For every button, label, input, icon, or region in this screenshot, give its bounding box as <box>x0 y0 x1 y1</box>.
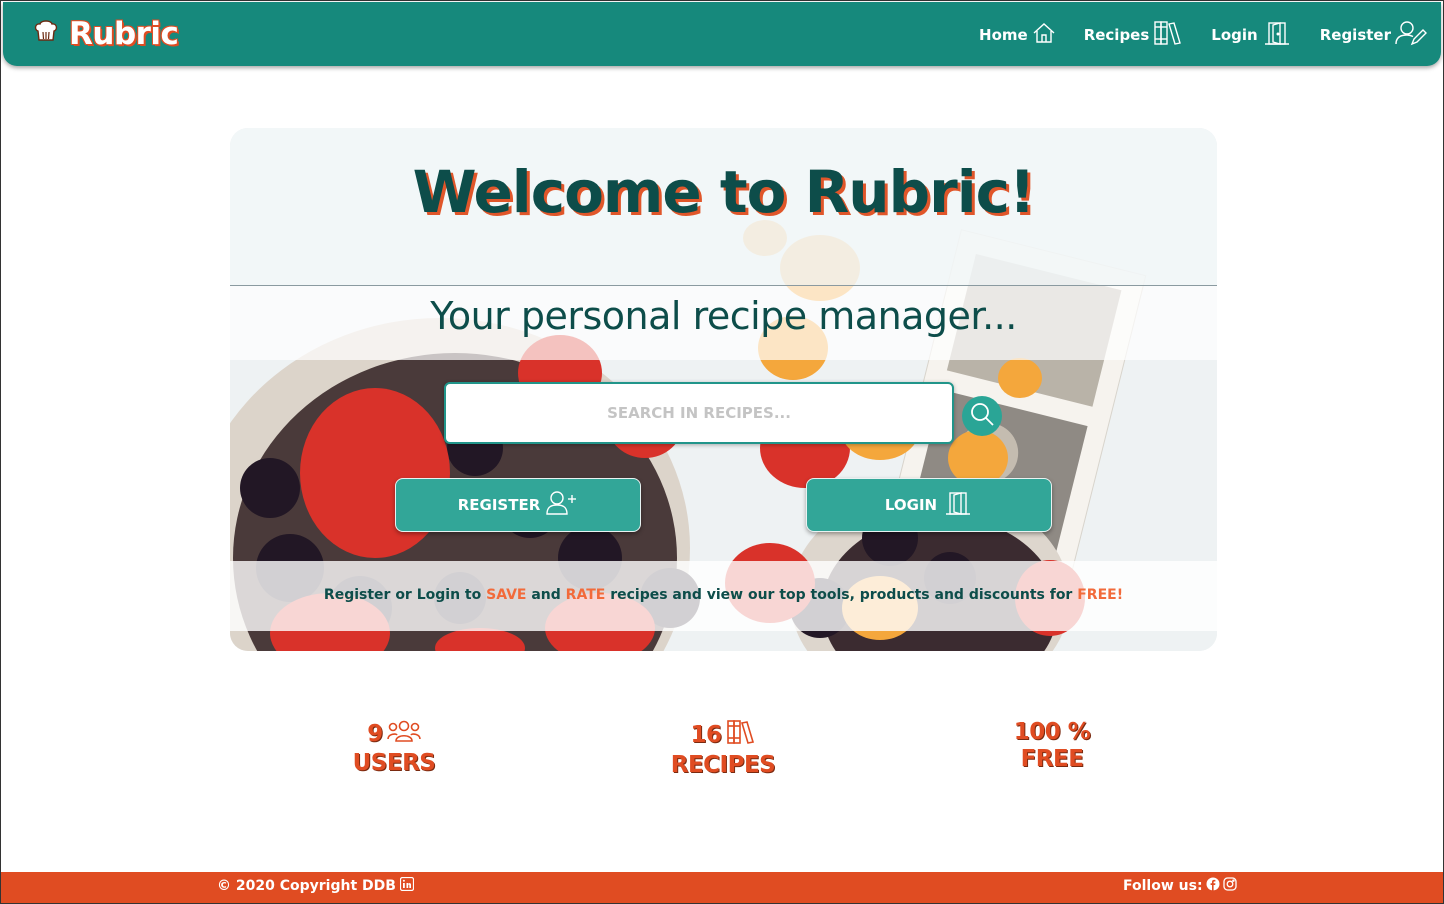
search-icon <box>969 401 995 431</box>
stat-users: 9 USERS <box>294 719 494 777</box>
follow-text: Follow us: <box>1123 878 1203 894</box>
nav-recipes-label: Recipes <box>1083 26 1150 44</box>
hero-title: Welcome to Rubric! <box>412 158 1036 226</box>
books-icon <box>1153 20 1183 50</box>
nav-home-label: Home <box>979 26 1028 44</box>
login-button[interactable]: LOGIN <box>806 478 1052 532</box>
brand[interactable]: Rubric <box>33 16 179 52</box>
footer-social: Follow us: <box>1123 877 1237 895</box>
stat-recipes: 16 RECIPES <box>623 719 823 779</box>
nav-login-label: Login <box>1211 26 1258 44</box>
register-button-label: REGISTER <box>457 496 541 514</box>
user-edit-icon <box>1395 20 1427 50</box>
navbar: Rubric Home Recipes Login Register <box>3 2 1441 66</box>
stat-free-value: 100 % <box>1013 719 1091 745</box>
books-icon <box>726 719 756 752</box>
facebook-icon[interactable] <box>1206 877 1220 895</box>
info-rate: RATE <box>565 587 606 603</box>
search-input[interactable] <box>444 382 954 444</box>
nav-register-label: Register <box>1319 26 1391 44</box>
nav-recipes[interactable]: Recipes <box>1084 20 1184 50</box>
door-icon <box>943 490 973 520</box>
instagram-icon[interactable] <box>1222 877 1237 895</box>
stat-recipes-value: 16 <box>690 722 722 748</box>
info-text-part1: Register or Login to <box>323 587 487 603</box>
footer-copyright: © 2020 Copyright DDB <box>217 876 415 895</box>
info-save: SAVE <box>486 587 527 603</box>
info-and: and <box>526 587 566 603</box>
stat-users-label: USERS <box>352 750 436 776</box>
info-free: FREE! <box>1077 587 1124 603</box>
stat-free-label: FREE <box>1020 746 1084 772</box>
nav-home[interactable]: Home <box>979 21 1056 49</box>
register-button[interactable]: REGISTER <box>395 478 641 532</box>
stat-users-value: 9 <box>367 721 383 747</box>
home-icon <box>1032 21 1056 49</box>
info-text: Register or Login to SAVE and RATE recip… <box>230 587 1217 603</box>
linkedin-icon[interactable] <box>399 876 415 895</box>
search-button[interactable] <box>962 396 1002 436</box>
users-icon <box>386 719 421 750</box>
nav-links: Home Recipes Login Register <box>979 20 1427 50</box>
stat-free: 100 % FREE <box>952 719 1152 773</box>
brand-name: Rubric <box>69 16 179 52</box>
chef-hat-icon <box>33 19 59 49</box>
copyright-text: © 2020 Copyright DDB <box>217 878 396 894</box>
info-text-part2: recipes and view our top tools, products… <box>605 587 1078 603</box>
hero-subtitle: Your personal recipe manager... <box>430 294 1017 338</box>
door-icon <box>1262 20 1292 50</box>
hero-card: Welcome to Rubric! Your personal recipe … <box>230 128 1217 651</box>
footer: © 2020 Copyright DDB Follow us: <box>1 872 1443 903</box>
login-button-label: LOGIN <box>884 496 938 514</box>
add-user-icon <box>546 490 578 520</box>
nav-register[interactable]: Register <box>1320 20 1427 50</box>
nav-login[interactable]: Login <box>1211 20 1291 50</box>
stat-recipes-label: RECIPES <box>670 752 776 778</box>
